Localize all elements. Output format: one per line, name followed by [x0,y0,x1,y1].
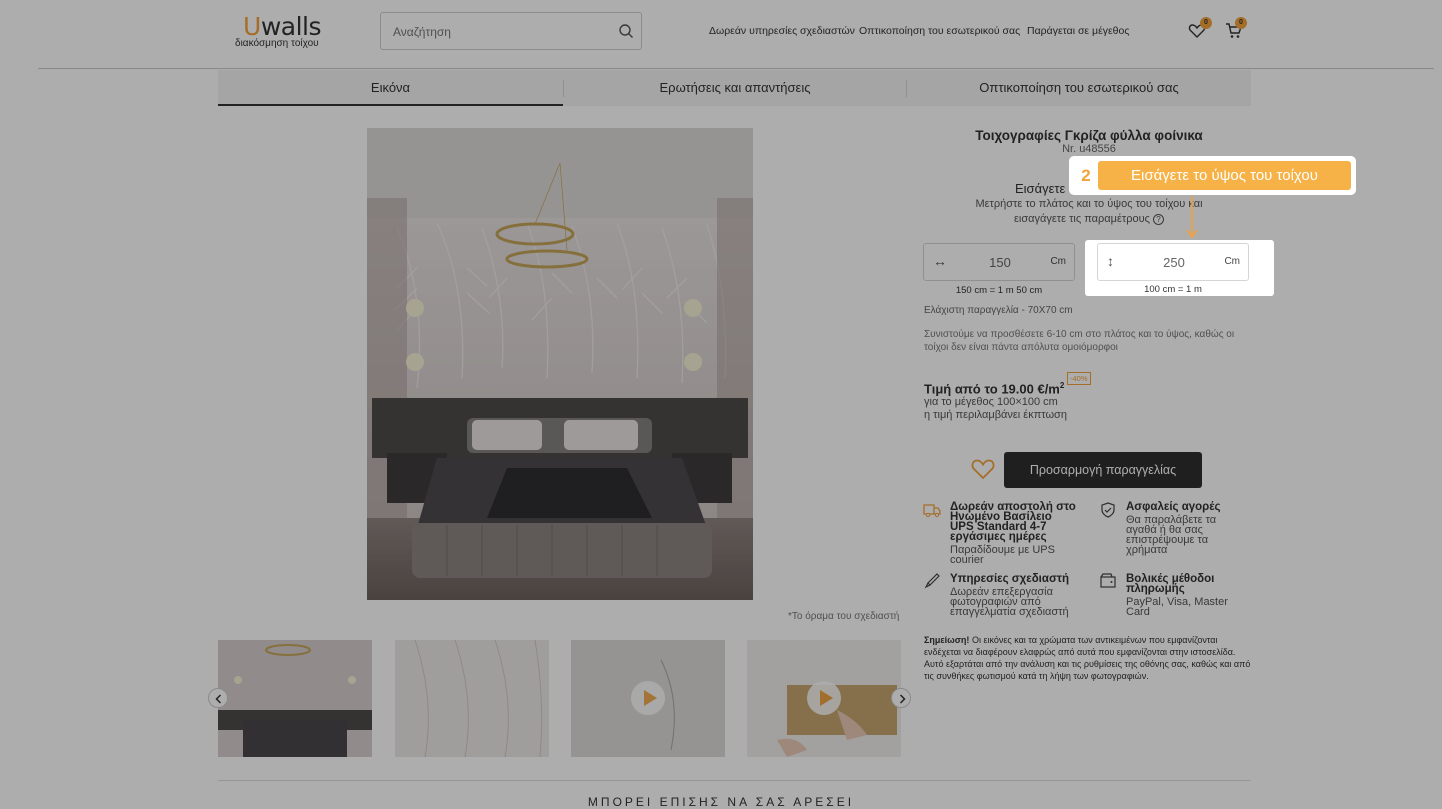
shield-icon [1101,502,1115,518]
header-divider [38,68,1434,69]
measure-instructions: Μετρήστε το πλάτος και το ύψος του τοίχο… [928,197,1250,227]
width-field[interactable]: ↔ 150 Cm [923,243,1075,281]
logo-tagline: διακόσμηση τοίχου [235,38,319,49]
customize-order-button[interactable]: Προσαρμογή παραγγελίας [1004,452,1202,488]
tab-visualization[interactable]: Οπτικοποίηση του εσωτερικού σας [907,70,1251,106]
thumbnail-3-video[interactable] [571,640,725,757]
nav-link-visualization[interactable]: Οπτικοποίηση του εσωτερικού σας [859,25,1020,37]
cart-button[interactable]: 0 [1224,17,1247,41]
height-arrows-icon: ↕ [1107,253,1114,269]
gallery-prev-button[interactable] [208,688,228,708]
size-recommendation: Συνιστούμε να προσθέσετε 6-10 cm στο πλά… [924,329,1235,353]
nav-link-designer-services[interactable]: Δωρεάν υπηρεσίες σχεδιαστών [709,25,855,37]
play-icon[interactable] [631,681,665,715]
arrow-down-icon [1186,196,1198,239]
add-to-wishlist-button[interactable] [970,457,996,481]
color-disclaimer-note: Σημείωση! Οι εικόνες και τα χρώματα των … [924,635,1251,681]
thumbnail-bedroom-image [218,640,372,757]
height-input[interactable]: 250 [1154,255,1194,270]
main-product-image[interactable] [367,128,753,600]
truck-icon [923,504,941,518]
width-input[interactable]: 150 [980,255,1020,270]
price-size-note: για το μέγεθος 100×100 cm [924,396,1058,408]
width-arrows-icon: ↔ [933,253,947,269]
gallery-next-button[interactable] [891,688,911,708]
chevron-right-icon [899,694,906,704]
image-caption: *Το όραμα του σχεδιαστή [788,611,900,622]
thumbnail-1[interactable] [218,640,372,757]
search-box[interactable] [380,12,642,50]
nav-link-made-to-size[interactable]: Παράγεται σε μέγεθος [1027,25,1129,37]
feature-designer-services: Υπηρεσίες σχεδιαστή Δωρεάν επεξεργασία φ… [950,573,1069,618]
play-icon[interactable] [807,681,841,715]
brush-icon [924,573,940,589]
tab-qa[interactable]: Ερωτήσεις και απαντήσεις [564,70,906,106]
search-icon[interactable] [618,23,634,39]
help-icon[interactable]: ? [1152,213,1164,225]
bedroom-image [367,128,753,600]
chevron-left-icon [215,694,222,704]
wishlist-button[interactable]: 0 [1187,17,1212,41]
section-divider [218,780,1251,781]
you-may-also-like-heading: ΜΠΟΡΕΙ ΕΠΙΣΗΣ ΝΑ ΣΑΣ ΑΡΕΣΕΙ [587,795,855,809]
product-tabs: Εικόνα Ερωτήσεις και απαντήσεις Οπτικοπο… [218,70,1251,106]
height-unit: Cm [1224,256,1240,267]
cart-count-badge: 0 [1235,17,1247,29]
enter-dimensions-heading: Εισάγετε [1015,181,1066,196]
thumbnail-palm-image [395,640,549,757]
thumbnail-2[interactable] [395,640,549,757]
tutorial-step-number: 2 [1081,166,1091,185]
width-conversion: 150 cm = 1 m 50 cm [955,285,1043,296]
thumbnail-4-video[interactable] [747,640,901,757]
feature-payment-methods: Βολικές μέθοδοι πληρωμής PayPal, Visa, M… [1126,573,1228,618]
tutorial-step-text: Εισάγετε το ύψος του τοίχου [1098,161,1351,190]
search-input[interactable] [393,22,603,42]
logo[interactable]: Uwalls διακόσμηση τοίχου [233,12,333,52]
discount-badge: -40% [1067,372,1091,385]
measure-line-1: Μετρήστε το πλάτος και το ύψος του τοίχο… [975,198,1203,210]
price-discount-note: η τιμή περιλαμβάνει έκπτωση [924,409,1067,421]
wallet-icon [1100,573,1116,588]
minimum-order: Ελάχιστη παραγγελία - 70X70 cm [924,305,1073,316]
measure-line-2: εισαγάγετε τις παραμέτρους ? [928,212,1250,227]
product-sku: Nr. u48556 [1062,143,1116,155]
height-conversion: 100 cm = 1 m [1144,284,1202,295]
feature-free-shipping: Δωρεάν αποστολή στο Ηνωμένο Βασίλειο UPS… [950,501,1076,566]
height-field[interactable]: ↕ 250 Cm [1097,243,1249,281]
tab-image[interactable]: Εικόνα [218,70,563,106]
wishlist-count-badge: 0 [1200,17,1212,29]
price-label: Τιμή από το 19.00 €/m2 [924,381,1065,397]
product-title: Τοιχογραφίες Γκρίζα φύλλα φοίνικα [975,128,1203,143]
highlighted-height-field-area: ↕ 250 Cm 100 cm = 1 m [1085,240,1274,296]
feature-secure-shopping: Ασφαλείς αγορές Θα παραλάβετε τα αγαθά ή… [1126,501,1221,556]
width-unit: Cm [1050,256,1066,267]
heart-icon [971,459,995,480]
logo-wordmark: Uwalls [243,12,322,41]
tutorial-tooltip: 2 Εισάγετε το ύψος του τοίχου [1069,156,1356,195]
